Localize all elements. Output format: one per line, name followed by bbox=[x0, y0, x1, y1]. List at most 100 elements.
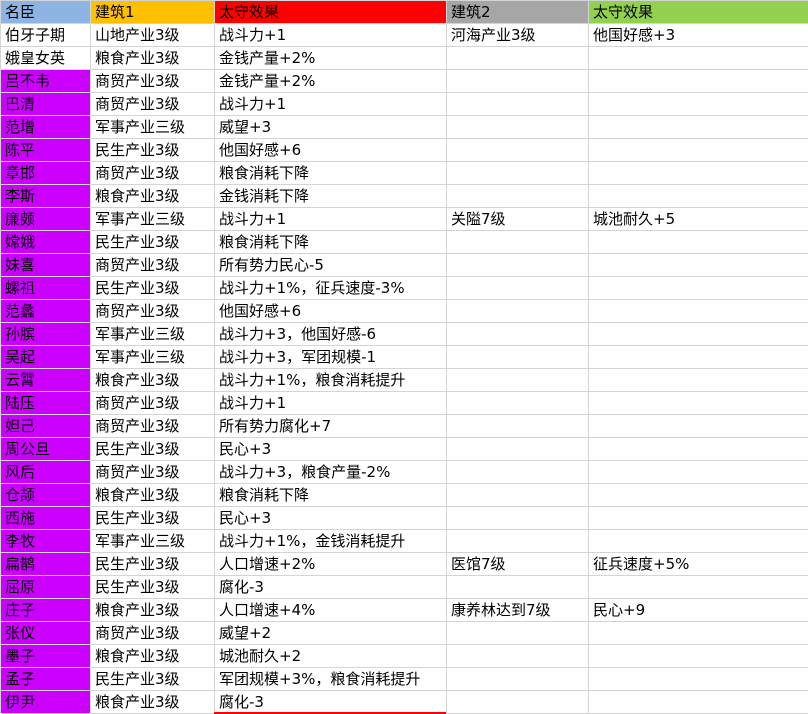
cell-building2[interactable] bbox=[446, 621, 589, 645]
cell-effect1[interactable]: 所有势力腐化+7 bbox=[214, 414, 447, 438]
cell-name[interactable]: 李斯 bbox=[0, 184, 91, 208]
cell-building2[interactable] bbox=[446, 368, 589, 392]
cell-name[interactable]: 张仪 bbox=[0, 621, 91, 645]
cell-effect2[interactable] bbox=[588, 230, 808, 254]
cell-building1[interactable]: 民生产业3级 bbox=[90, 437, 215, 461]
cell-effect2[interactable] bbox=[588, 322, 808, 346]
header-name[interactable]: 名臣 bbox=[0, 0, 91, 24]
cell-effect1[interactable]: 战斗力+1 bbox=[214, 207, 447, 231]
cell-building1[interactable]: 粮食产业3级 bbox=[90, 368, 215, 392]
cell-building1[interactable]: 军事产业三级 bbox=[90, 322, 215, 346]
cell-effect2[interactable] bbox=[588, 575, 808, 599]
cell-effect2[interactable] bbox=[588, 667, 808, 691]
cell-building2[interactable] bbox=[446, 46, 589, 70]
cell-building1[interactable]: 山地产业3级 bbox=[90, 23, 215, 47]
cell-building1[interactable]: 军事产业三级 bbox=[90, 345, 215, 369]
header-effect1[interactable]: 太守效果 bbox=[214, 0, 447, 24]
cell-effect2[interactable] bbox=[588, 138, 808, 162]
cell-building1[interactable]: 商贸产业3级 bbox=[90, 69, 215, 93]
cell-name[interactable]: 陈平 bbox=[0, 138, 91, 162]
cell-building1[interactable]: 商贸产业3级 bbox=[90, 391, 215, 415]
cell-effect1[interactable]: 军团规模+3%，粮食消耗提升 bbox=[214, 667, 447, 691]
cell-effect1[interactable]: 战斗力+1%，粮食消耗提升 bbox=[214, 368, 447, 392]
cell-building1[interactable]: 民生产业3级 bbox=[90, 276, 215, 300]
cell-building2[interactable]: 医馆7级 bbox=[446, 552, 589, 576]
cell-name[interactable]: 螺祖 bbox=[0, 276, 91, 300]
cell-name[interactable]: 妲己 bbox=[0, 414, 91, 438]
cell-effect1[interactable]: 战斗力+3，军团规模-1 bbox=[214, 345, 447, 369]
cell-name[interactable]: 廉颇 bbox=[0, 207, 91, 231]
cell-name[interactable]: 西施 bbox=[0, 506, 91, 530]
cell-effect1[interactable]: 金钱产量+2% bbox=[214, 69, 447, 93]
cell-building2[interactable] bbox=[446, 644, 589, 668]
cell-building2[interactable] bbox=[446, 437, 589, 461]
cell-effect2[interactable] bbox=[588, 690, 808, 714]
cell-effect1[interactable]: 民心+3 bbox=[214, 506, 447, 530]
cell-building2[interactable] bbox=[446, 460, 589, 484]
cell-effect2[interactable] bbox=[588, 391, 808, 415]
cell-building1[interactable]: 商贸产业3级 bbox=[90, 414, 215, 438]
cell-effect1[interactable]: 他国好感+6 bbox=[214, 138, 447, 162]
cell-effect2[interactable]: 征兵速度+5% bbox=[588, 552, 808, 576]
cell-building1[interactable]: 商贸产业3级 bbox=[90, 161, 215, 185]
cell-effect1[interactable]: 战斗力+1 bbox=[214, 23, 447, 47]
cell-name[interactable]: 周公旦 bbox=[0, 437, 91, 461]
cell-effect2[interactable] bbox=[588, 644, 808, 668]
cell-building1[interactable]: 商贸产业3级 bbox=[90, 621, 215, 645]
cell-effect1[interactable]: 战斗力+3，他国好感-6 bbox=[214, 322, 447, 346]
cell-building2[interactable] bbox=[446, 391, 589, 415]
cell-effect1[interactable]: 人口增速+2% bbox=[214, 552, 447, 576]
cell-building1[interactable]: 军事产业三级 bbox=[90, 115, 215, 139]
cell-effect2[interactable] bbox=[588, 115, 808, 139]
cell-name[interactable]: 娥皇女英 bbox=[0, 46, 91, 70]
cell-effect1[interactable]: 威望+3 bbox=[214, 115, 447, 139]
cell-building2[interactable] bbox=[446, 115, 589, 139]
cell-building2[interactable]: 关隘7级 bbox=[446, 207, 589, 231]
cell-building2[interactable]: 康养林达到7级 bbox=[446, 598, 589, 622]
cell-building2[interactable]: 河海产业3级 bbox=[446, 23, 589, 47]
cell-name[interactable]: 吕不韦 bbox=[0, 69, 91, 93]
cell-name[interactable]: 庄子 bbox=[0, 598, 91, 622]
cell-effect2[interactable]: 他国好感+3 bbox=[588, 23, 808, 47]
cell-building1[interactable]: 粮食产业3级 bbox=[90, 46, 215, 70]
cell-building1[interactable]: 民生产业3级 bbox=[90, 230, 215, 254]
cell-building1[interactable]: 民生产业3级 bbox=[90, 575, 215, 599]
cell-building2[interactable] bbox=[446, 529, 589, 553]
cell-effect1[interactable]: 战斗力+1 bbox=[214, 391, 447, 415]
cell-building1[interactable]: 粮食产业3级 bbox=[90, 644, 215, 668]
cell-name[interactable]: 吴起 bbox=[0, 345, 91, 369]
cell-name[interactable]: 范蠡 bbox=[0, 299, 91, 323]
cell-effect2[interactable] bbox=[588, 414, 808, 438]
cell-effect1[interactable]: 人口增速+4% bbox=[214, 598, 447, 622]
cell-building2[interactable] bbox=[446, 483, 589, 507]
cell-name[interactable]: 风后 bbox=[0, 460, 91, 484]
cell-effect2[interactable] bbox=[588, 506, 808, 530]
cell-name[interactable]: 章邯 bbox=[0, 161, 91, 185]
cell-building1[interactable]: 商贸产业3级 bbox=[90, 92, 215, 116]
cell-effect2[interactable]: 城池耐久+5 bbox=[588, 207, 808, 231]
cell-effect1[interactable]: 威望+2 bbox=[214, 621, 447, 645]
cell-building1[interactable]: 商贸产业3级 bbox=[90, 460, 215, 484]
cell-name[interactable]: 云霄 bbox=[0, 368, 91, 392]
cell-effect1[interactable]: 战斗力+3，粮食产量-2% bbox=[214, 460, 447, 484]
cell-building2[interactable] bbox=[446, 184, 589, 208]
cell-effect2[interactable] bbox=[588, 460, 808, 484]
cell-building2[interactable] bbox=[446, 667, 589, 691]
cell-effect1[interactable]: 腐化-3 bbox=[214, 575, 447, 599]
cell-effect1[interactable]: 金钱产量+2% bbox=[214, 46, 447, 70]
cell-effect2[interactable] bbox=[588, 184, 808, 208]
cell-building1[interactable]: 民生产业3级 bbox=[90, 552, 215, 576]
cell-name[interactable]: 伊尹 bbox=[0, 690, 91, 714]
cell-name[interactable]: 妹喜 bbox=[0, 253, 91, 277]
cell-building2[interactable] bbox=[446, 322, 589, 346]
cell-effect1[interactable]: 战斗力+1 bbox=[214, 92, 447, 116]
cell-name[interactable]: 李牧 bbox=[0, 529, 91, 553]
cell-building2[interactable] bbox=[446, 253, 589, 277]
cell-building2[interactable] bbox=[446, 575, 589, 599]
cell-name[interactable]: 嫦娥 bbox=[0, 230, 91, 254]
cell-effect1[interactable]: 腐化-3 bbox=[214, 690, 447, 714]
cell-building2[interactable] bbox=[446, 414, 589, 438]
cell-building1[interactable]: 粮食产业3级 bbox=[90, 690, 215, 714]
cell-effect2[interactable]: 民心+9 bbox=[588, 598, 808, 622]
cell-building2[interactable] bbox=[446, 230, 589, 254]
